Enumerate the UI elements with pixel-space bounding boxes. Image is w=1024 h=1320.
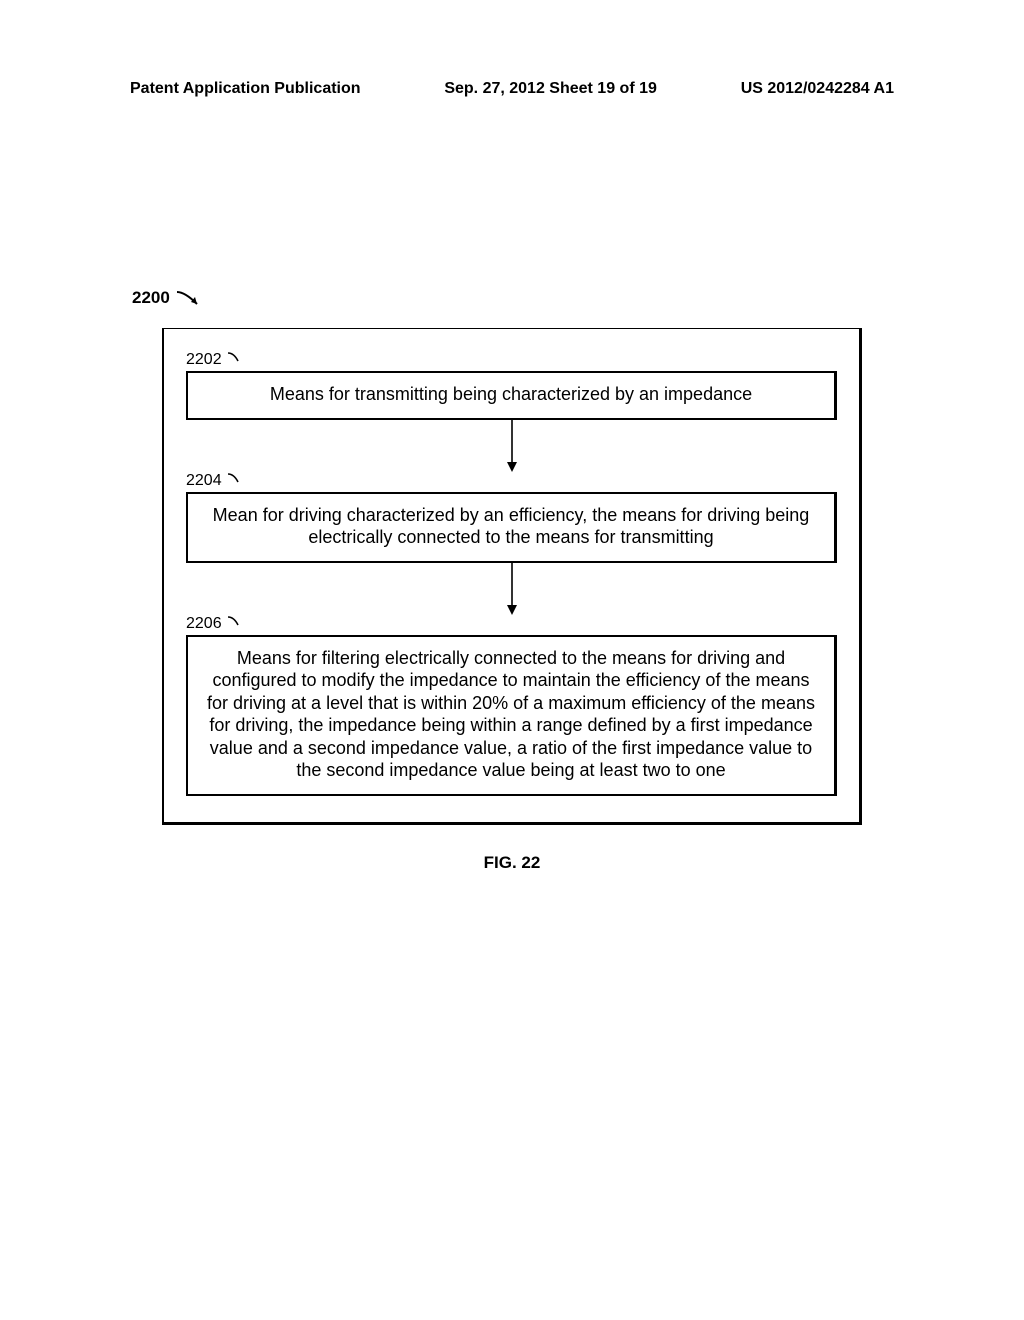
lead-tick-icon [226, 615, 244, 629]
block-2202: Means for transmitting being characteriz… [186, 371, 837, 420]
block-ref-label: 2202 [186, 351, 222, 368]
block-2204: Mean for driving characterized by an eff… [186, 492, 837, 563]
block-ref-label: 2204 [186, 472, 222, 489]
figure-caption: FIG. 22 [162, 853, 862, 873]
block-2202-text: Means for transmitting being characteriz… [270, 384, 752, 404]
connector-2 [186, 563, 837, 615]
header-center: Sep. 27, 2012 Sheet 19 of 19 [444, 80, 657, 98]
figure-reference-number: 2200 [132, 288, 203, 308]
block-2206: Means for filtering electrically connect… [186, 635, 837, 796]
block-2204-text: Mean for driving characterized by an eff… [213, 505, 810, 548]
block-ref-2206: 2206 [186, 615, 244, 633]
patent-page: Patent Application Publication Sep. 27, … [0, 0, 1024, 1320]
header-left: Patent Application Publication [130, 80, 361, 98]
flowchart-outer-box: 2202 Means for transmitting being charac… [162, 328, 862, 825]
lead-tick-icon [226, 351, 244, 365]
lead-tick-icon [226, 472, 244, 486]
lead-arrow-icon [175, 290, 203, 308]
page-header: Patent Application Publication Sep. 27, … [60, 80, 964, 98]
block-2206-text: Means for filtering electrically connect… [207, 648, 815, 781]
block-ref-2202: 2202 [186, 351, 244, 369]
header-right: US 2012/0242284 A1 [741, 80, 894, 98]
block-ref-label: 2206 [186, 615, 222, 632]
figure-container: 2200 2202 Means for transmitting being c… [162, 328, 862, 873]
connector-1 [186, 420, 837, 472]
figure-ref-label: 2200 [132, 288, 170, 307]
arrow-down-icon [505, 420, 519, 476]
arrow-down-icon [505, 563, 519, 619]
block-ref-2204: 2204 [186, 472, 244, 490]
